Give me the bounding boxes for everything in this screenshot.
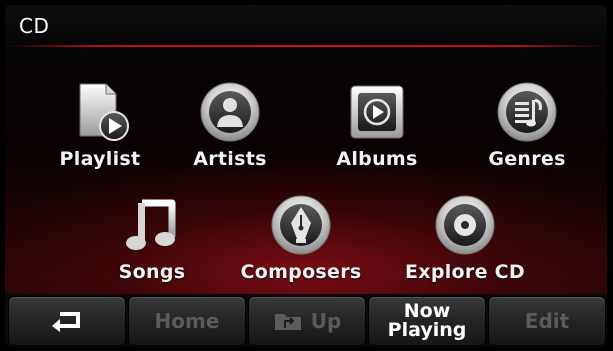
home-button-label: Home bbox=[154, 309, 220, 333]
menu-item-playlist[interactable]: Playlist bbox=[35, 80, 165, 170]
cd-screen: CD Playlist Artists Albums Genres Songs … bbox=[0, 0, 613, 351]
bottom-toolbar: Home Up Now Playing Edit bbox=[5, 294, 607, 347]
menu-item-label: Explore CD bbox=[405, 261, 525, 283]
back-button[interactable] bbox=[9, 297, 125, 345]
album-icon bbox=[350, 85, 404, 139]
genre-icon bbox=[497, 82, 557, 142]
menu-item-label: Genres bbox=[488, 148, 566, 170]
menu-item-genres[interactable]: Genres bbox=[462, 80, 592, 170]
cd-menu-panel: CD Playlist Artists Albums Genres Songs … bbox=[5, 5, 607, 347]
home-button[interactable]: Home bbox=[129, 297, 245, 345]
menu-item-label: Artists bbox=[193, 148, 267, 170]
page-title: CD bbox=[19, 14, 50, 38]
edit-button-label: Edit bbox=[524, 309, 570, 333]
title-bar: CD bbox=[5, 5, 607, 45]
menu-item-songs[interactable]: Songs bbox=[87, 193, 217, 283]
up-button-label: Up bbox=[310, 309, 342, 333]
back-arrow-icon bbox=[52, 312, 80, 332]
menu-item-explore-cd[interactable]: Explore CD bbox=[400, 193, 530, 283]
menu-item-label: Playlist bbox=[59, 148, 141, 170]
edit-button[interactable]: Edit bbox=[489, 297, 605, 345]
menu-item-label: Composers bbox=[240, 261, 362, 283]
disc-icon bbox=[435, 195, 495, 255]
now-playing-button[interactable]: Now Playing bbox=[369, 297, 485, 345]
menu-item-composers[interactable]: Composers bbox=[236, 193, 366, 283]
folder-up-icon bbox=[274, 314, 301, 330]
playlist-icon bbox=[79, 83, 129, 141]
now-playing-line2: Playing bbox=[387, 319, 467, 341]
menu-item-label: Songs bbox=[118, 261, 186, 283]
menu-item-label: Albums bbox=[336, 148, 418, 170]
menu-item-artists[interactable]: Artists bbox=[165, 80, 295, 170]
up-button[interactable]: Up bbox=[249, 297, 365, 345]
music-note-icon bbox=[126, 199, 176, 250]
title-divider bbox=[5, 45, 607, 47]
artist-icon bbox=[200, 82, 260, 142]
pen-nib-icon bbox=[271, 195, 331, 255]
menu-item-albums[interactable]: Albums bbox=[312, 80, 442, 170]
